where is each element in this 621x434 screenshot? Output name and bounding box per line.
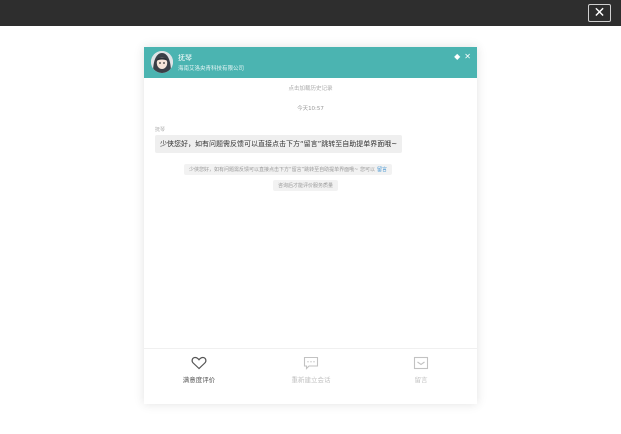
system-notice-text: 少侠您好，如有问题需反馈可以直接点击下方“留言”跳转至自助提单界面哦~ 您可以	[189, 167, 375, 173]
footer-label: 满意度评价	[182, 376, 216, 384]
agent-company: 海南艾洛央青科技有限公司	[178, 66, 245, 72]
message-timestamp: 今天10:57	[297, 106, 324, 112]
chat-header: 抚琴 海南艾洛央青科技有限公司 ◆ ✕	[144, 47, 477, 78]
system-notice: 少侠您好，如有问题需反馈可以直接点击下方“留言”跳转至自助提单界面哦~ 您可以 …	[184, 164, 392, 175]
chat-bubble-icon	[303, 356, 319, 370]
agent-message-bubble: 少侠您好，如有问题需反馈可以直接点击下方“留言”跳转至自助提单界面哦~	[155, 135, 403, 153]
message-icon	[413, 356, 429, 370]
heart-icon	[191, 356, 207, 370]
footer-label: 重新建立会话	[291, 376, 331, 384]
rating-notice: 咨询后才能评价服务质量	[273, 180, 339, 191]
chat-footer: 满意度评价 重新建立会话 留言	[144, 348, 477, 405]
leave-message-button[interactable]: 留言	[376, 349, 466, 405]
rate-service-button[interactable]: 满意度评价	[154, 349, 244, 405]
footer-label: 留言	[414, 376, 428, 384]
agent-name: 抚琴	[178, 54, 192, 62]
close-overlay-button[interactable]: ✕	[588, 4, 611, 22]
header-actions: ◆ ✕	[454, 53, 471, 61]
top-bar: ✕	[0, 0, 621, 26]
new-session-button[interactable]: 重新建立会话	[266, 349, 356, 405]
load-history-link[interactable]: 点击加载历史记录	[144, 84, 477, 92]
agent-avatar	[151, 51, 173, 73]
pin-icon[interactable]: ◆	[454, 53, 460, 61]
chat-widget: 抚琴 海南艾洛央青科技有限公司 ◆ ✕ 点击加载历史记录 今天10:57 抚琴 …	[144, 47, 477, 404]
leave-message-link[interactable]: 留言	[377, 166, 387, 173]
sender-name: 抚琴	[155, 127, 166, 133]
close-icon: ✕	[593, 5, 606, 21]
close-icon[interactable]: ✕	[464, 53, 471, 61]
